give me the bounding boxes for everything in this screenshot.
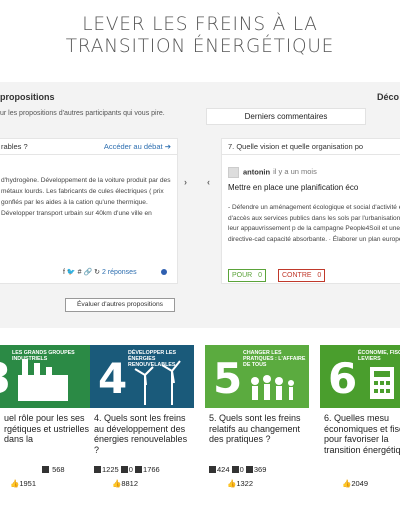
tile-question[interactable]: 6. Quelles mesu économiques et fiscales …: [324, 413, 400, 455]
tile-stats: 1225 0 1766: [94, 465, 160, 474]
twitter-icon[interactable]: 🐦: [67, 269, 76, 276]
tile-votes: 👍1322: [227, 479, 253, 488]
card-header: rables ? Accéder au débat ➔: [0, 139, 177, 155]
hashtag-icon[interactable]: #: [78, 269, 82, 276]
page-title: LEVER LES FREINS À LA TRANSITION ÉNERGÉT…: [0, 14, 400, 58]
sdg-banner: 5 CHANGER LES PRATIQUES : L'AFFAIRE DE T…: [205, 345, 309, 408]
answers-link[interactable]: 2 réponses: [102, 269, 137, 276]
card-footer: f 🐦 # 🔗 ↻ 2 réponses: [63, 268, 137, 276]
sdg-banner: 4 DÉVELOPPER LES ÉNERGIES RENOUVELABLES: [90, 345, 194, 408]
debate-tile-6[interactable]: 6 ÉCONOMIE, FISC QUELS LEVIERS 6. Quelle…: [320, 345, 400, 516]
participants-count: 424: [217, 465, 230, 474]
tile-number: 5: [213, 354, 243, 403]
evaluate-more-button[interactable]: Évaluer d'autres propositions: [65, 298, 175, 312]
propositions-intro: ur les propositions d'autres participant…: [0, 110, 165, 117]
comments-icon: [120, 466, 128, 473]
thumbs-icon: 👍: [227, 479, 237, 488]
tile-header: DÉVELOPPER LES ÉNERGIES RENOUVELABLES: [128, 350, 176, 369]
card-header: 7. Quelle vision et quelle organisation …: [222, 139, 400, 155]
tile-number: 6: [328, 354, 358, 403]
tile-question[interactable]: 5. Quels sont les freins relatifs au cha…: [209, 413, 309, 445]
card-question: rables ?: [1, 142, 28, 151]
propositions-heading: propositions: [0, 92, 55, 102]
tile-votes: 👍8812: [112, 479, 138, 488]
card-body: - Défendre un aménagement écologique et …: [228, 204, 400, 243]
page-title-line1: LEVER LES FREINS À LA: [82, 14, 318, 35]
vote-against-button[interactable]: CONTRE 0: [278, 269, 326, 282]
thumbs-icon: 👍: [342, 479, 352, 488]
tile-header: ÉCONOMIE, FISC QUELS LEVIERS: [358, 350, 400, 363]
avatar: [228, 167, 239, 178]
author-name[interactable]: antonin: [243, 167, 270, 176]
chevron-left-icon[interactable]: ‹: [207, 177, 210, 187]
comments-count: 0: [239, 465, 244, 474]
comments-count: 0: [128, 465, 133, 474]
votes-count: 2049: [351, 479, 369, 488]
vote-for-label: POUR: [232, 272, 253, 279]
votes-count: 1322: [236, 479, 254, 488]
proposition-card-left: rables ? Accéder au débat ➔ d'hydrogène.…: [0, 138, 178, 284]
comments-icon: [231, 466, 239, 473]
sdg-banner: 3 LES GRANDS GROUPES INDUSTRIELS: [0, 345, 92, 408]
debate-tile-4[interactable]: 4 DÉVELOPPER LES ÉNERGIES RENOUVELABLES …: [90, 345, 194, 516]
go-to-debate-label: Accéder au débat: [103, 142, 163, 151]
link-icon[interactable]: 🔗: [83, 269, 92, 276]
tile-votes: 👍1951: [10, 479, 36, 488]
tile-votes: 👍2049: [342, 479, 368, 488]
card-body: d'hydrogène. Développement de la voiture…: [1, 177, 171, 217]
vote-for-button[interactable]: POUR 0: [228, 269, 266, 282]
tile-number: 4: [98, 354, 128, 403]
go-to-debate-link[interactable]: Accéder au débat ➔: [104, 139, 171, 155]
tile-stats: 568: [42, 465, 65, 474]
page-title-line2: TRANSITION ÉNERGÉTIQUE: [65, 36, 335, 57]
thumbs-icon: 👍: [112, 479, 122, 488]
votes-count: 8812: [121, 479, 139, 488]
chevron-right-icon[interactable]: ›: [184, 177, 187, 187]
participants-icon: [94, 466, 101, 473]
tile-header: CHANGER LES PRATIQUES : L'AFFAIRE DE TOU…: [243, 350, 306, 369]
debate-tile-3[interactable]: 3 LES GRANDS GROUPES INDUSTRIELS uel rôl…: [0, 345, 92, 516]
views-count: 369: [253, 465, 267, 474]
votes-count: 1951: [19, 479, 37, 488]
facebook-icon[interactable]: f: [63, 269, 65, 276]
thumbs-icon: 👍: [10, 479, 20, 488]
author-row: antonin il y a un mois: [228, 167, 317, 178]
vote-against-count: 0: [317, 272, 322, 279]
post-time: il y a un mois: [273, 167, 317, 177]
vote-against-label: CONTRE: [282, 272, 312, 279]
debate-tile-5[interactable]: 5 CHANGER LES PRATIQUES : L'AFFAIRE DE T…: [205, 345, 309, 516]
tile-number: 3: [0, 358, 11, 400]
participants-count: 1225: [102, 465, 119, 474]
proposition-card-right: 7. Quelle vision et quelle organisation …: [221, 138, 400, 284]
tile-header: LES GRANDS GROUPES INDUSTRIELS: [12, 350, 75, 363]
views-count: 568: [52, 465, 65, 474]
reply-icon: ↻: [94, 269, 100, 276]
arrow-right-icon: ➔: [164, 142, 171, 151]
participants-icon: [209, 466, 216, 473]
views-icon: [135, 466, 143, 473]
views-icon: [245, 466, 253, 473]
vote-for-count: 0: [258, 272, 262, 279]
tile-stats: 424 0 369: [209, 465, 266, 474]
status-dot: [161, 269, 167, 275]
right-section-heading: Déco: [377, 92, 400, 102]
tile-question[interactable]: 4. Quels sont les freins au développemen…: [94, 413, 194, 455]
latest-comments-button[interactable]: Derniers commentaires: [206, 108, 366, 125]
views-icon: [42, 466, 49, 473]
tile-question[interactable]: uel rôle pour les ses rgétiques et ustri…: [4, 413, 90, 445]
views-count: 1766: [143, 465, 160, 474]
sdg-banner: 6 ÉCONOMIE, FISC QUELS LEVIERS: [320, 345, 400, 408]
proposition-title[interactable]: Mettre en place une planification éco: [228, 183, 358, 192]
